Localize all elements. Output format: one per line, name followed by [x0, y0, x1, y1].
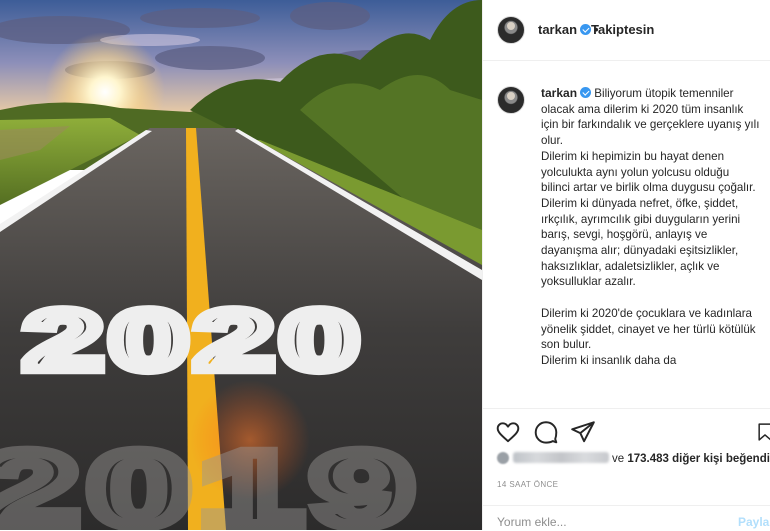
likes-count[interactable]: 173.483 diğer kişi [627, 453, 722, 465]
post-photo[interactable]: 2020 2019 [0, 0, 482, 530]
caption-text: tarkan Biliyorum ütopik temenniler olaca… [541, 86, 761, 369]
likes-summary[interactable]: ve 173.483 diğer kişi beğendi [497, 452, 770, 465]
road-text-2020: 2020 [24, 293, 365, 387]
likes-connector: ve [612, 453, 625, 465]
comment-box: Paylaş [483, 505, 770, 531]
caption-avatar[interactable] [497, 86, 525, 114]
caption-username[interactable]: tarkan [541, 86, 577, 100]
heart-icon[interactable] [495, 419, 521, 445]
caption-line: Dilerim ki hepimizin bu hayat denen yolc… [541, 149, 756, 195]
header-username[interactable]: tarkan [538, 22, 577, 37]
verified-badge-icon [580, 87, 592, 98]
comment-icon[interactable] [533, 419, 559, 445]
paper-plane-icon[interactable] [570, 419, 596, 445]
road-2020-image: 2020 2019 [0, 0, 482, 530]
post-side-panel: tarkan • Takiptesin tarkan Biliyorum ütop… [482, 0, 770, 530]
follow-status[interactable]: Takiptesin [591, 22, 654, 37]
verified-badge-icon [580, 24, 592, 35]
post-timestamp[interactable]: 14 SAAT ÖNCE [497, 480, 558, 489]
blurred-username [513, 452, 609, 463]
post-actions [483, 408, 770, 453]
post-header: tarkan • Takiptesin [483, 0, 770, 61]
liker-avatar [497, 452, 509, 464]
bookmark-icon[interactable] [755, 419, 770, 445]
road-text-2019: 2019 [0, 431, 423, 530]
caption-line: Dilerim ki dünyada nefret, öfke, şiddet,… [541, 196, 741, 289]
likes-suffix: beğendi [725, 453, 770, 465]
caption-line: Dilerim ki insanlık daha da [541, 353, 677, 367]
post-comment-button[interactable]: Paylaş [738, 515, 770, 529]
caption-line: Dilerim ki 2020'de çocuklara ve kadınlar… [541, 306, 756, 352]
caption-area: tarkan Biliyorum ütopik temenniler olaca… [483, 72, 770, 408]
comment-input[interactable] [497, 515, 727, 529]
avatar[interactable] [497, 16, 525, 44]
